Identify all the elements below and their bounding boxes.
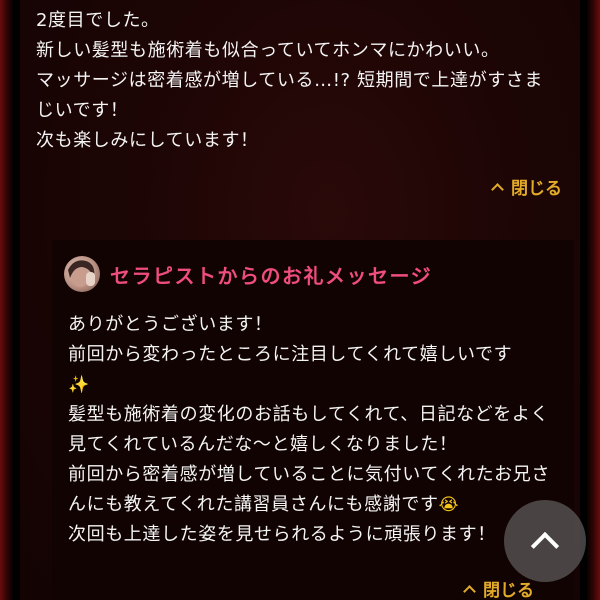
- sparkles-icon: ✨: [68, 375, 90, 395]
- chevron-up-icon: [530, 531, 560, 560]
- reply-collapse-button[interactable]: 閉じる: [463, 576, 534, 600]
- reply-line: 次回も上達した姿を見せられるように頑張ります！: [68, 524, 496, 545]
- review-line: 新しい髪型も施術着も似合っていてホンマにかわいい。: [36, 40, 500, 61]
- reply-line: 前回から変わったところに注目してくれて嬉しいです: [68, 344, 513, 365]
- reply-line: 髪型も施術着の変化のお話もしてくれて、日記などをよく見てくれているんだな〜と嬉し…: [68, 404, 550, 455]
- review-collapse-button[interactable]: 閉じる: [491, 174, 562, 199]
- review-text: 2度目でした。 新しい髪型も施術着も似合っていてホンマにかわいい。 マッサージは…: [36, 6, 556, 156]
- reply-line: 前回から密着感が増していることに気付いてくれたお兄さんにも教えてくれた講習員さん…: [68, 464, 550, 515]
- review-line: マッサージは密着感が増している…!? 短期間で上達がすさま: [36, 70, 543, 91]
- reply-text: ありがとうございます！ 前回から変わったところに注目してくれて嬉しいです ✨ 髪…: [68, 310, 558, 550]
- left-edge-decoration: [0, 0, 14, 600]
- review-line: 2度目でした。: [36, 10, 160, 31]
- reply-line: ありがとうございます！: [68, 314, 273, 335]
- page: 2度目でした。 新しい髪型も施術着も似合っていてホンマにかわいい。 マッサージは…: [0, 0, 600, 600]
- scroll-to-top-button[interactable]: [504, 500, 586, 582]
- crying-face-icon: 😭: [438, 495, 460, 515]
- collapse-label: 閉じる: [483, 581, 534, 600]
- reply-title: セラピストからのお礼メッセージ: [110, 263, 433, 288]
- right-edge-decoration: [586, 0, 600, 600]
- chevron-up-icon: [463, 584, 476, 598]
- collapse-label: 閉じる: [511, 179, 562, 199]
- avatar: [64, 256, 100, 292]
- review-line: じいです！: [36, 100, 129, 121]
- chevron-up-icon: [491, 182, 504, 196]
- review-line: 次も楽しみにしています！: [36, 130, 259, 151]
- reply-header: セラピストからのお礼メッセージ: [64, 256, 432, 292]
